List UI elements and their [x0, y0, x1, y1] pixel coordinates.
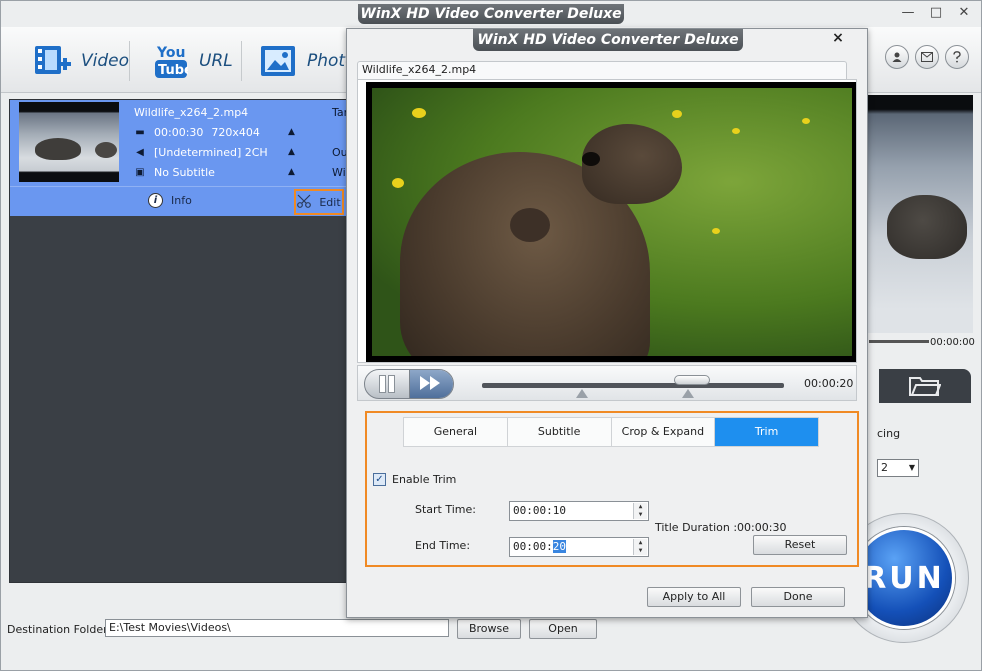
- video-track-spinner[interactable]: ▲: [288, 127, 295, 137]
- add-photo-button[interactable]: Photo: [259, 41, 356, 81]
- main-window-title: WinX HD Video Converter Deluxe: [358, 4, 624, 24]
- tab-trim[interactable]: Trim: [715, 418, 818, 446]
- apply-to-all-button[interactable]: Apply to All: [647, 587, 741, 607]
- audio-track-value: [Undetermined] 2CH: [154, 146, 268, 159]
- width-label-cut: Wi: [332, 166, 346, 179]
- enable-trim-label: Enable Trim: [392, 473, 457, 486]
- fast-forward-icon: [420, 375, 442, 393]
- start-time-value: 00:00:10: [513, 504, 566, 517]
- speaker-icon: ◀: [136, 147, 144, 158]
- toolbar-divider: [129, 41, 130, 81]
- help-icon[interactable]: [945, 45, 969, 69]
- scissors-icon: [297, 194, 313, 211]
- enable-trim-checkbox[interactable]: ✓ Enable Trim: [373, 473, 456, 486]
- mail-icon[interactable]: [915, 45, 939, 69]
- clip-name-tab: Wildlife_x264_2.mp4: [357, 61, 847, 79]
- browse-button[interactable]: Browse: [457, 619, 521, 639]
- folder-icon: [909, 374, 942, 399]
- tab-subtitle[interactable]: Subtitle: [508, 418, 612, 446]
- edit-panel: General Subtitle Crop & Expand Trim ✓ En…: [365, 411, 859, 567]
- end-time-input[interactable]: 00:00:20 ▲ ▼: [509, 537, 649, 557]
- cpu-core-select[interactable]: 2: [877, 459, 919, 477]
- subtitle-value: No Subtitle: [154, 166, 215, 179]
- options-panel: cing 2: [867, 403, 973, 523]
- subtitle-row[interactable]: ▣ No Subtitle: [134, 166, 215, 179]
- resolution-value: 720x404: [211, 126, 260, 139]
- film-add-icon: [33, 42, 73, 80]
- edit-button[interactable]: Edit: [294, 189, 344, 215]
- edit-tabs: General Subtitle Crop & Expand Trim: [403, 417, 819, 447]
- close-button[interactable]: ✕: [957, 5, 971, 20]
- trim-end-marker[interactable]: [682, 389, 694, 398]
- edit-label: Edit: [319, 195, 341, 209]
- video-image: [372, 88, 852, 356]
- start-time-stepper[interactable]: ▲ ▼: [633, 503, 647, 519]
- fast-forward-button[interactable]: [408, 370, 453, 398]
- output-folder-tab[interactable]: [879, 369, 971, 403]
- file-actions: i Info Edit: [10, 186, 348, 216]
- file-name: Wildlife_x264_2.mp4: [134, 106, 249, 119]
- dialog-close-button[interactable]: ×: [829, 29, 847, 47]
- audio-track-spinner[interactable]: ▲: [288, 147, 295, 157]
- title-duration: Title Duration :00:00:30: [655, 521, 787, 534]
- start-time-input[interactable]: 00:00:10 ▲ ▼: [509, 501, 649, 521]
- trim-start-marker[interactable]: [576, 389, 588, 398]
- info-button[interactable]: i Info: [148, 193, 192, 208]
- current-time: 00:00:20: [804, 377, 854, 390]
- playhead-handle[interactable]: [674, 375, 710, 385]
- tab-general[interactable]: General: [404, 418, 508, 446]
- destination-folder-input[interactable]: E:\Test Movies\Videos\: [105, 619, 449, 637]
- minimize-button[interactable]: —: [901, 5, 915, 20]
- toolbar-divider: [241, 41, 242, 81]
- video-player: [357, 79, 857, 363]
- add-url-label: URL: [199, 51, 233, 71]
- run-button[interactable]: RUN: [853, 527, 955, 629]
- duration-row: ▬ 00:00:30 720x404: [134, 126, 260, 139]
- preview-time: 00:00:00: [930, 337, 975, 348]
- subtitle-spinner[interactable]: ▲: [288, 167, 295, 177]
- end-time-stepper[interactable]: ▲ ▼: [633, 539, 647, 555]
- end-time-value-selected: 20: [552, 540, 566, 553]
- info-icon: i: [148, 193, 163, 208]
- youtube-icon: You Tube: [151, 42, 191, 80]
- pause-icon: [379, 376, 394, 392]
- window-controls: — □ ✕: [901, 5, 971, 20]
- video-frame: [366, 82, 856, 362]
- photo-icon: [259, 42, 299, 80]
- list-item[interactable]: Wildlife_x264_2.mp4 ▬ 00:00:30 720x404 ◀…: [10, 100, 348, 216]
- subtitle-icon: ▣: [135, 167, 145, 178]
- maximize-button[interactable]: □: [929, 5, 943, 20]
- add-url-button[interactable]: You Tube URL: [151, 41, 233, 81]
- top-right-icons: [885, 45, 969, 69]
- start-time-label: Start Time:: [415, 503, 476, 516]
- preview-window: [867, 95, 973, 333]
- tab-crop-expand[interactable]: Crop & Expand: [612, 418, 716, 446]
- checkbox-check-icon: ✓: [373, 473, 386, 486]
- done-button[interactable]: Done: [751, 587, 845, 607]
- user-icon[interactable]: [885, 45, 909, 69]
- add-video-button[interactable]: Video: [33, 41, 129, 81]
- svg-text:You: You: [156, 45, 185, 61]
- clapper-icon: ▬: [135, 127, 145, 138]
- transport-buttons: [364, 369, 454, 399]
- add-video-label: Video: [81, 51, 130, 71]
- edit-dialog: WinX HD Video Converter Deluxe × Wildlif…: [346, 28, 868, 618]
- video-thumbnail: [19, 102, 119, 182]
- audio-row[interactable]: ◀ [Undetermined] 2CH: [134, 146, 268, 159]
- trim-timeline[interactable]: [482, 375, 784, 398]
- end-time-label: End Time:: [415, 539, 471, 552]
- reset-button[interactable]: Reset: [753, 535, 847, 555]
- open-button[interactable]: Open: [529, 619, 597, 639]
- player-controls: 00:00:20: [357, 365, 857, 401]
- info-label: Info: [171, 194, 192, 207]
- end-time-value-prefix: 00:00:: [513, 540, 553, 553]
- svg-text:Tube: Tube: [158, 63, 188, 78]
- file-list: Wildlife_x264_2.mp4 ▬ 00:00:30 720x404 ◀…: [9, 99, 348, 583]
- duration-value: 00:00:30: [154, 126, 204, 139]
- dialog-title: WinX HD Video Converter Deluxe: [473, 29, 743, 51]
- deinterlacing-label-cut: cing: [877, 427, 901, 440]
- pause-button[interactable]: [365, 370, 409, 398]
- destination-folder-label: Destination Folder:: [7, 623, 112, 636]
